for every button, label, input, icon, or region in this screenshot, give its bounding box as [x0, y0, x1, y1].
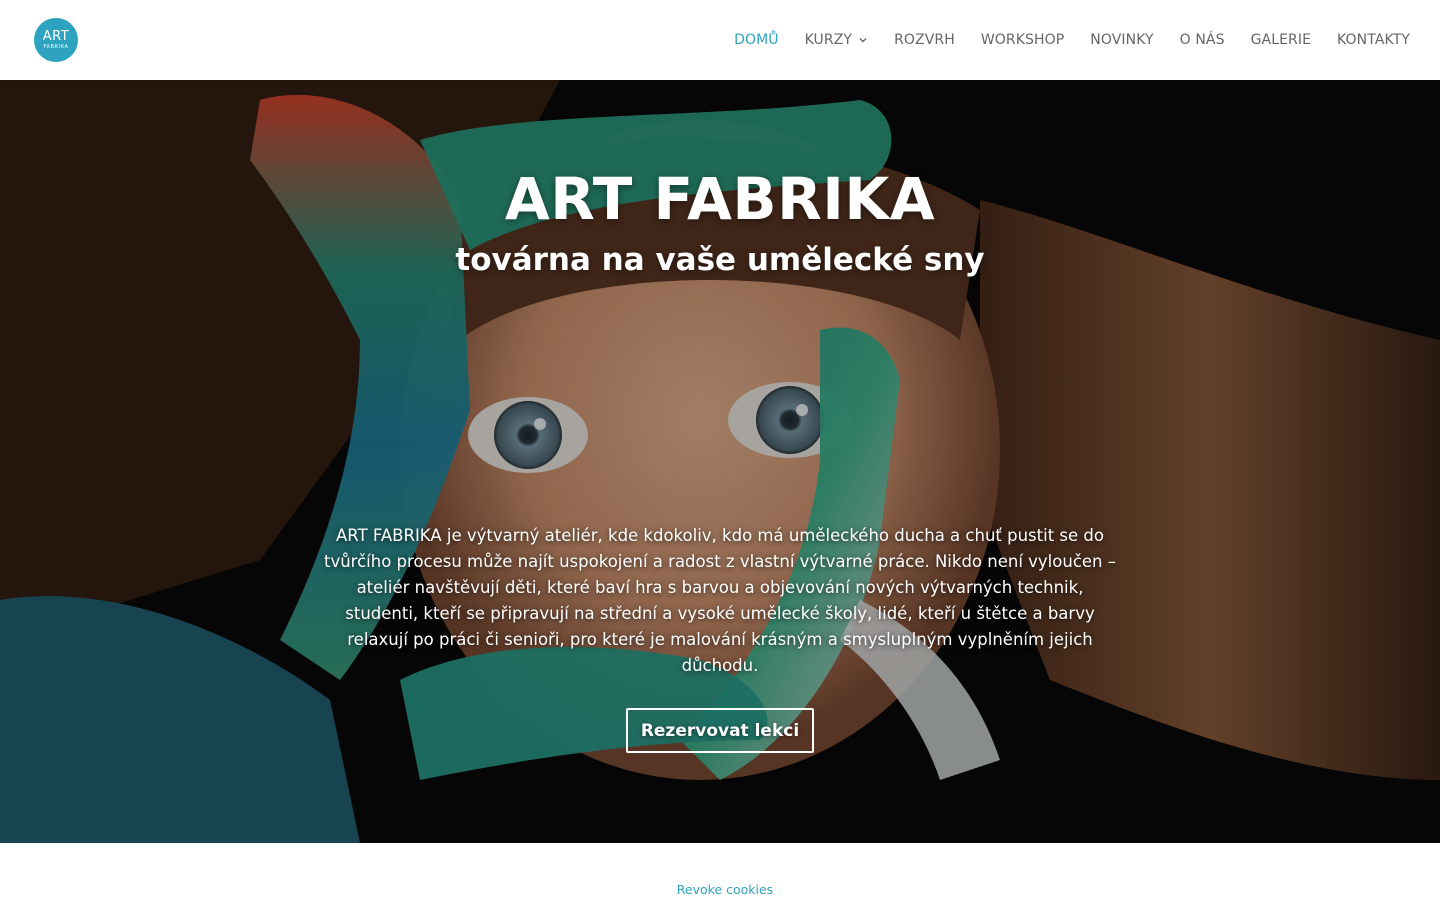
reserve-lesson-button[interactable]: Rezervovat lekci — [626, 708, 814, 753]
nav-item-kurzy[interactable]: KURZY — [805, 32, 868, 48]
nav-item-galerie[interactable]: GALERIE — [1251, 32, 1311, 48]
nav-item-novinky[interactable]: NOVINKY — [1090, 32, 1153, 48]
logo-sub-text: FABRIKA — [43, 44, 69, 50]
nav-item-domu[interactable]: DOMŮ — [734, 32, 779, 48]
logo-main-text: ART — [42, 29, 70, 44]
logo[interactable]: ART FABRIKA — [34, 18, 78, 62]
hero-description: ART FABRIKA je výtvarný ateliér, kde kdo… — [323, 526, 1116, 675]
nav-item-label: KONTAKTY — [1337, 32, 1410, 48]
chevron-down-icon — [859, 38, 867, 43]
nav-item-label: ROZVRH — [894, 32, 955, 48]
nav-item-kontakty[interactable]: KONTAKTY — [1337, 32, 1410, 48]
nav-item-label: O NÁS — [1179, 32, 1225, 48]
nav-item-workshop[interactable]: WORKSHOP — [981, 32, 1064, 48]
nav-item-label: NOVINKY — [1090, 32, 1154, 48]
nav-item-label: DOMŮ — [734, 32, 779, 48]
site-header: ART FABRIKA DOMŮ KURZY ROZVRH WORKSHOP N… — [0, 0, 1440, 80]
revoke-cookies-link[interactable]: Revoke cookies — [0, 881, 1440, 899]
hero-title: ART FABRIKA — [504, 165, 936, 233]
nav-item-label: WORKSHOP — [980, 32, 1065, 48]
main-nav: DOMŮ KURZY ROZVRH WORKSHOP NOVINKY O NÁS… — [708, 0, 1410, 80]
hero-subtitle: továrna na vaše umělecké sny — [455, 242, 985, 278]
nav-item-label: KURZY — [804, 32, 853, 48]
nav-item-label: GALERIE — [1250, 32, 1312, 48]
hero-section: ART FABRIKA továrna na vaše umělecké sny… — [0, 80, 1440, 843]
nav-item-o-nas[interactable]: O NÁS — [1180, 32, 1225, 48]
nav-item-rozvrh[interactable]: ROZVRH — [894, 32, 955, 48]
